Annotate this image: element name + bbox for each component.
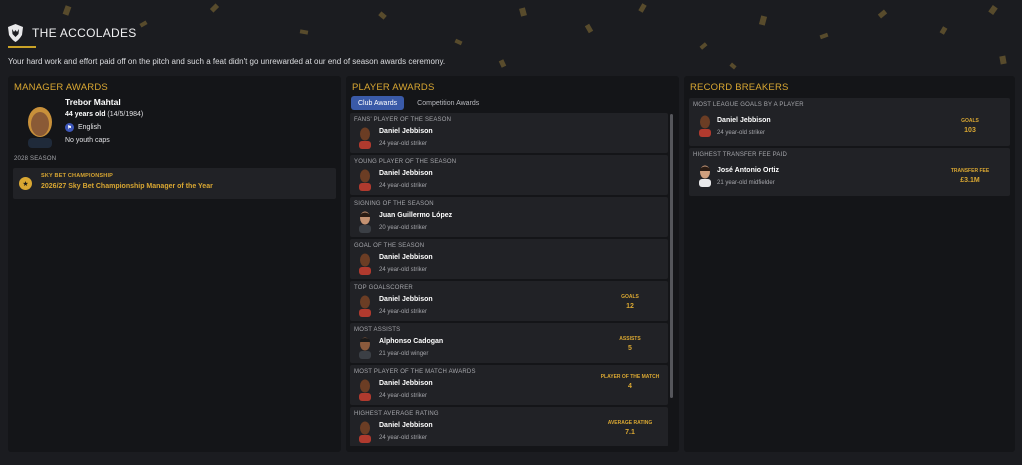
player-face — [359, 211, 371, 233]
player-desc: 24 year-old striker — [379, 183, 428, 189]
page-header: THE ACCOLADES — [8, 24, 137, 42]
player-name[interactable]: Juan Guillermo López — [379, 212, 452, 219]
player-face — [359, 169, 371, 191]
award-tabs: Club Awards Competition Awards — [351, 96, 486, 110]
tab-competition-awards[interactable]: Competition Awards — [410, 96, 486, 110]
panel-title: RECORD BREAKERS — [690, 82, 789, 93]
player-desc: 21 year-old winger — [379, 351, 429, 357]
player-face — [359, 295, 371, 317]
player-face — [699, 165, 711, 187]
manager-nationality: ⚑ English — [65, 123, 101, 132]
player-desc: 24 year-old striker — [379, 309, 428, 315]
manager-awards-panel: MANAGER AWARDS Trebor Mahtal 44 years ol… — [8, 76, 341, 452]
player-desc: 24 year-old striker — [379, 141, 428, 147]
manager-name[interactable]: Trebor Mahtal — [65, 97, 121, 107]
award-category: GOAL OF THE SEASON — [354, 243, 425, 249]
record-breakers-panel: RECORD BREAKERS MOST LEAGUE GOALS BY A P… — [684, 76, 1015, 452]
player-name[interactable]: Daniel Jebbison — [379, 128, 433, 135]
manager-caps: No youth caps — [65, 137, 110, 144]
player-name[interactable]: Alphonso Cadogan — [379, 338, 443, 345]
record-stat: TRANSFER FEE £3.1M — [950, 168, 990, 184]
award-stat: PLAYER OF THE MATCH 4 — [600, 374, 660, 390]
player-face — [359, 127, 371, 149]
manager-age: 44 years old (14/5/1984) — [65, 111, 144, 118]
award-category: MOST PLAYER OF THE MATCH AWARDS — [354, 369, 476, 375]
award-category: SIGNING OF THE SEASON — [354, 201, 434, 207]
record-category: MOST LEAGUE GOALS BY A PLAYER — [693, 102, 804, 108]
player-desc: 20 year-old striker — [379, 225, 428, 231]
page-title: THE ACCOLADES — [32, 26, 137, 40]
award-stat: AVERAGE RATING 7.1 — [607, 420, 653, 436]
panel-title: PLAYER AWARDS — [352, 82, 435, 93]
record-stat: GOALS 103 — [961, 118, 979, 134]
england-flag-icon: ⚑ — [65, 123, 74, 132]
award-category: YOUNG PLAYER OF THE SEASON — [354, 159, 457, 165]
award-row[interactable]: SIGNING OF THE SEASON Juan Guillermo Lóp… — [350, 197, 668, 237]
player-name[interactable]: Daniel Jebbison — [379, 296, 433, 303]
manager-award-card[interactable]: ★ SKY BET CHAMPIONSHIP 2026/27 Sky Bet C… — [13, 168, 336, 199]
award-row[interactable]: YOUNG PLAYER OF THE SEASON Daniel Jebbis… — [350, 155, 668, 195]
player-name[interactable]: Daniel Jebbison — [379, 170, 433, 177]
award-row[interactable]: MOST PLAYER OF THE MATCH AWARDS Daniel J… — [350, 365, 668, 405]
award-row[interactable]: FANS' PLAYER OF THE SEASON Daniel Jebbis… — [350, 113, 668, 153]
award-category: FANS' PLAYER OF THE SEASON — [354, 117, 452, 123]
award-row[interactable]: TOP GOALSCORER Daniel Jebbison 24 year-o… — [350, 281, 668, 321]
player-awards-panel: PLAYER AWARDS Club Awards Competition Aw… — [346, 76, 679, 452]
panel-title: MANAGER AWARDS — [14, 82, 108, 93]
player-face — [359, 337, 371, 359]
title-underline — [8, 46, 36, 48]
award-stat: GOALS 12 — [621, 294, 639, 310]
player-name[interactable]: Daniel Jebbison — [379, 422, 433, 429]
record-category: HIGHEST TRANSFER FEE PAID — [693, 152, 788, 158]
record-row[interactable]: MOST LEAGUE GOALS BY A PLAYER Daniel Jeb… — [689, 98, 1010, 146]
award-row[interactable]: HIGHEST AVERAGE RATING Daniel Jebbison 2… — [350, 407, 668, 446]
player-name[interactable]: José Antonio Ortiz — [717, 167, 779, 174]
awards-list: FANS' PLAYER OF THE SEASON Daniel Jebbis… — [350, 113, 668, 446]
award-stat: ASSISTS 5 — [619, 336, 641, 352]
record-row[interactable]: HIGHEST TRANSFER FEE PAID José Antonio O… — [689, 148, 1010, 196]
player-desc: 24 year-old striker — [379, 267, 428, 273]
player-desc: 24 year-old striker — [717, 130, 766, 136]
manager-avatar — [28, 107, 52, 148]
tab-club-awards[interactable]: Club Awards — [351, 96, 405, 110]
wolf-crest-icon — [8, 24, 23, 42]
award-category: TOP GOALSCORER — [354, 285, 413, 291]
player-desc: 21 year-old midfielder — [717, 180, 775, 186]
player-face — [699, 115, 711, 137]
awards-scrollbar[interactable] — [670, 114, 673, 398]
award-row[interactable]: MOST ASSISTS Alphonso Cadogan 21 year-ol… — [350, 323, 668, 363]
season-label: 2028 SEASON — [14, 156, 57, 162]
trophy-icon: ★ — [19, 177, 32, 190]
player-face — [359, 253, 371, 275]
player-desc: 24 year-old striker — [379, 435, 428, 441]
player-face — [359, 421, 371, 443]
award-category: MOST ASSISTS — [354, 327, 401, 333]
player-name[interactable]: Daniel Jebbison — [717, 117, 771, 124]
award-category: HIGHEST AVERAGE RATING — [354, 411, 439, 417]
player-face — [359, 379, 371, 401]
player-name[interactable]: Daniel Jebbison — [379, 380, 433, 387]
player-name[interactable]: Daniel Jebbison — [379, 254, 433, 261]
award-row[interactable]: GOAL OF THE SEASON Daniel Jebbison 24 ye… — [350, 239, 668, 279]
award-competition: SKY BET CHAMPIONSHIP — [41, 173, 114, 179]
award-name: 2026/27 Sky Bet Championship Manager of … — [41, 183, 213, 190]
intro-text: Your hard work and effort paid off on th… — [8, 57, 446, 66]
player-desc: 24 year-old striker — [379, 393, 428, 399]
